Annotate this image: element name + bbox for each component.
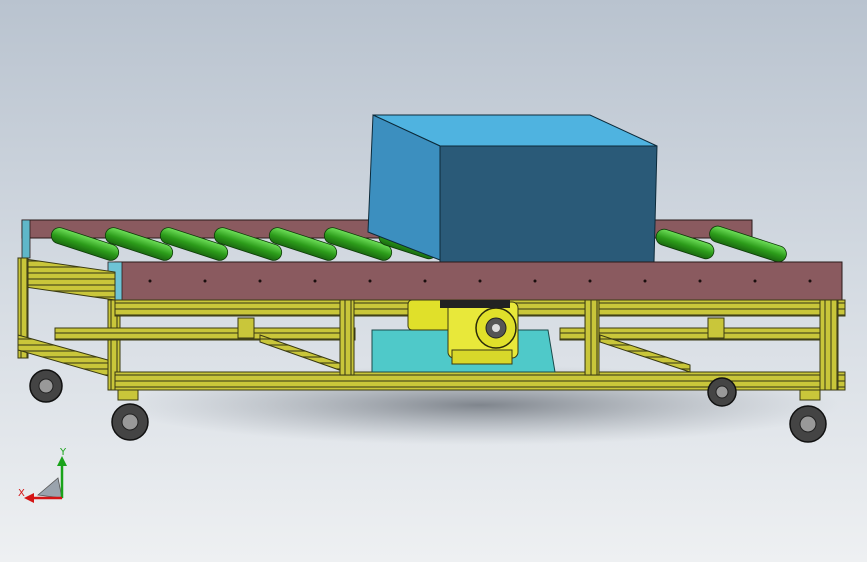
x-axis-label: X [18, 488, 25, 499]
caster-back-left [29, 369, 63, 403]
box-load[interactable] [367, 114, 658, 263]
cad-viewport[interactable]: Y X [0, 0, 867, 562]
left-end-frame [17, 257, 121, 391]
front-rail [107, 261, 843, 301]
y-axis-label: Y [59, 447, 67, 458]
coordinate-triad: Y X [18, 447, 67, 503]
caster-back-right [707, 377, 737, 407]
